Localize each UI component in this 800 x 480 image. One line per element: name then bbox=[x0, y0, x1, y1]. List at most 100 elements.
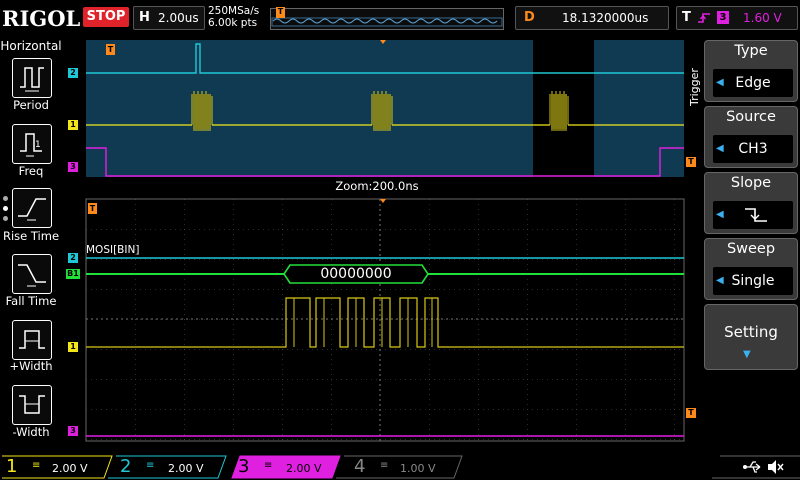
brand-logo: RIGOL bbox=[2, 6, 81, 31]
trigger-level: 1.60 V bbox=[743, 11, 782, 25]
delay-value: 18.1320000us bbox=[562, 11, 649, 25]
ch3-status[interactable]: 3 ≡ 2.00 V bbox=[238, 456, 322, 477]
freq-label: Freq bbox=[18, 164, 44, 178]
ch1-number: 1 bbox=[6, 456, 18, 477]
trigger-type-value[interactable]: ◀ Edge bbox=[713, 69, 793, 97]
pos-width-icon bbox=[19, 330, 45, 349]
falling-edge-icon bbox=[745, 208, 767, 222]
dc-coupling-icon: ≡ bbox=[264, 460, 273, 471]
ch1-burst-3 bbox=[549, 91, 569, 131]
svg-text:1: 1 bbox=[35, 140, 41, 150]
delay-box[interactable]: D 18.1320000us bbox=[515, 6, 669, 30]
fall-time-icon bbox=[18, 264, 46, 287]
main-trigger-level-marker[interactable]: T bbox=[686, 157, 696, 167]
waveform-canvas bbox=[85, 40, 685, 442]
rise-time-button[interactable] bbox=[12, 188, 52, 228]
channel-status-bar: 1 ≡ 2.00 V 2 ≡ 2.00 V 3 ≡ 2.00 V 4 ≡ 1.0… bbox=[0, 454, 800, 480]
trigger-sweep-title: Sweep bbox=[726, 241, 776, 257]
decode-value: 00000000 bbox=[320, 266, 392, 282]
period-button[interactable] bbox=[12, 58, 52, 98]
trigger-type-title: Type bbox=[734, 43, 768, 59]
left-arrow-icon: ◀ bbox=[716, 77, 724, 88]
run-stop-status[interactable]: STOP bbox=[83, 7, 129, 27]
ch4-status[interactable]: 4 ≡ 1.00 V bbox=[354, 456, 436, 477]
trigger-channel-badge: 3 bbox=[717, 11, 729, 24]
ch3-marker-zoom[interactable]: 3 bbox=[68, 426, 78, 436]
ch1-burst-1 bbox=[191, 91, 213, 131]
ch1-status[interactable]: 1 ≡ 2.00 V bbox=[6, 456, 88, 477]
rise-time-icon bbox=[18, 198, 46, 221]
period-label: Period bbox=[13, 98, 49, 112]
freq-icon: 1 bbox=[20, 133, 42, 157]
trigger-label: T bbox=[682, 10, 691, 25]
ch1-burst-2 bbox=[371, 91, 393, 131]
zoom-label: Zoom:200.0ns bbox=[335, 179, 419, 193]
trigger-source-title: Source bbox=[726, 109, 776, 125]
horizontal-menu-title: Horizontal bbox=[0, 39, 62, 53]
left-arrow-icon: ◀ bbox=[716, 143, 724, 154]
rising-edge-icon bbox=[698, 13, 710, 23]
trigger-sweep-menu[interactable]: Sweep ◀ Single bbox=[704, 238, 798, 300]
neg-width-button[interactable] bbox=[12, 385, 52, 425]
ch2-status[interactable]: 2 ≡ 2.00 V bbox=[120, 456, 204, 477]
overview-waveform bbox=[271, 17, 503, 27]
decode-label: MOSI[BIN] bbox=[86, 244, 140, 256]
waveform-display[interactable]: 2 1 3 T T Zoom:200.0ns T MOSI[BIN] 00000… bbox=[66, 36, 700, 454]
ch3-scale: 2.00 V bbox=[286, 462, 322, 475]
neg-width-icon bbox=[19, 395, 45, 414]
period-icon bbox=[20, 67, 44, 92]
trigger-slope-menu[interactable]: Slope ◀ bbox=[704, 172, 798, 234]
bus-b1-marker[interactable]: B1 bbox=[66, 269, 80, 279]
usb-icon bbox=[743, 461, 761, 473]
dc-coupling-icon: ≡ bbox=[380, 460, 389, 471]
zoom-trigger-marker: T bbox=[88, 203, 97, 214]
sound-muted-icon[interactable] bbox=[766, 458, 784, 476]
ch4-number: 4 bbox=[354, 456, 366, 477]
page-dot-3 bbox=[3, 216, 8, 221]
timebase-box[interactable]: H 2.00us bbox=[133, 6, 205, 30]
ch3-number: 3 bbox=[238, 456, 250, 477]
rise-time-label: Rise Time bbox=[2, 229, 60, 243]
ch1-marker-main[interactable]: 1 bbox=[68, 120, 78, 130]
main-trigger-marker: T bbox=[106, 44, 115, 55]
fall-time-label: Fall Time bbox=[5, 294, 57, 308]
neg-width-label: -Width bbox=[12, 425, 50, 439]
trigger-setting-menu[interactable]: Setting ▼ bbox=[704, 304, 798, 370]
sample-rate: 250MSa/s bbox=[208, 5, 260, 17]
dc-coupling-icon: ≡ bbox=[32, 460, 41, 471]
trigger-menu-side-label: Trigger bbox=[688, 68, 701, 106]
trigger-setting-title: Setting bbox=[724, 323, 778, 341]
left-arrow-icon: ◀ bbox=[716, 275, 724, 286]
trigger-sweep-value[interactable]: ◀ Single bbox=[713, 267, 793, 295]
trigger-type-menu[interactable]: Type ◀ Edge bbox=[704, 40, 798, 102]
zoom-trigger-level-marker[interactable]: T bbox=[686, 408, 696, 418]
ch2-marker-main[interactable]: 2 bbox=[68, 68, 78, 78]
trigger-slope-value[interactable]: ◀ bbox=[713, 201, 793, 229]
timebase-value: 2.00us bbox=[158, 11, 199, 25]
ch2-marker-zoom[interactable]: 2 bbox=[68, 253, 78, 263]
top-status-bar: RIGOL STOP H 2.00us 250MSa/s 6.00k pts T… bbox=[0, 0, 800, 36]
ch1-scale: 2.00 V bbox=[52, 462, 88, 475]
delay-label: D bbox=[524, 10, 535, 25]
horizontal-menu: Horizontal Period 1 Freq Rise Time Fall … bbox=[0, 36, 62, 454]
memory-depth: 6.00k pts bbox=[208, 17, 258, 29]
overview-trigger-marker: T bbox=[276, 7, 285, 18]
timebase-label: H bbox=[139, 10, 150, 25]
ch2-scale: 2.00 V bbox=[168, 462, 204, 475]
pos-width-button[interactable] bbox=[12, 320, 52, 360]
trigger-status-box[interactable]: T 3 1.60 V bbox=[676, 6, 798, 30]
ch3-marker-main[interactable]: 3 bbox=[68, 162, 78, 172]
dc-coupling-icon: ≡ bbox=[146, 460, 155, 471]
pos-width-label: +Width bbox=[9, 359, 53, 373]
page-dot-2 bbox=[3, 206, 8, 211]
ch1-marker-zoom[interactable]: 1 bbox=[68, 342, 78, 352]
freq-button[interactable]: 1 bbox=[12, 124, 52, 164]
fall-time-button[interactable] bbox=[12, 254, 52, 294]
memory-overview-bar[interactable]: T bbox=[270, 7, 504, 30]
down-arrow-icon: ▼ bbox=[743, 349, 751, 360]
page-dot-1 bbox=[3, 196, 8, 201]
ch4-scale: 1.00 V bbox=[400, 462, 436, 475]
trigger-source-menu[interactable]: Source ◀ CH3 bbox=[704, 106, 798, 168]
left-arrow-icon: ◀ bbox=[716, 209, 724, 220]
trigger-source-value[interactable]: ◀ CH3 bbox=[713, 135, 793, 163]
